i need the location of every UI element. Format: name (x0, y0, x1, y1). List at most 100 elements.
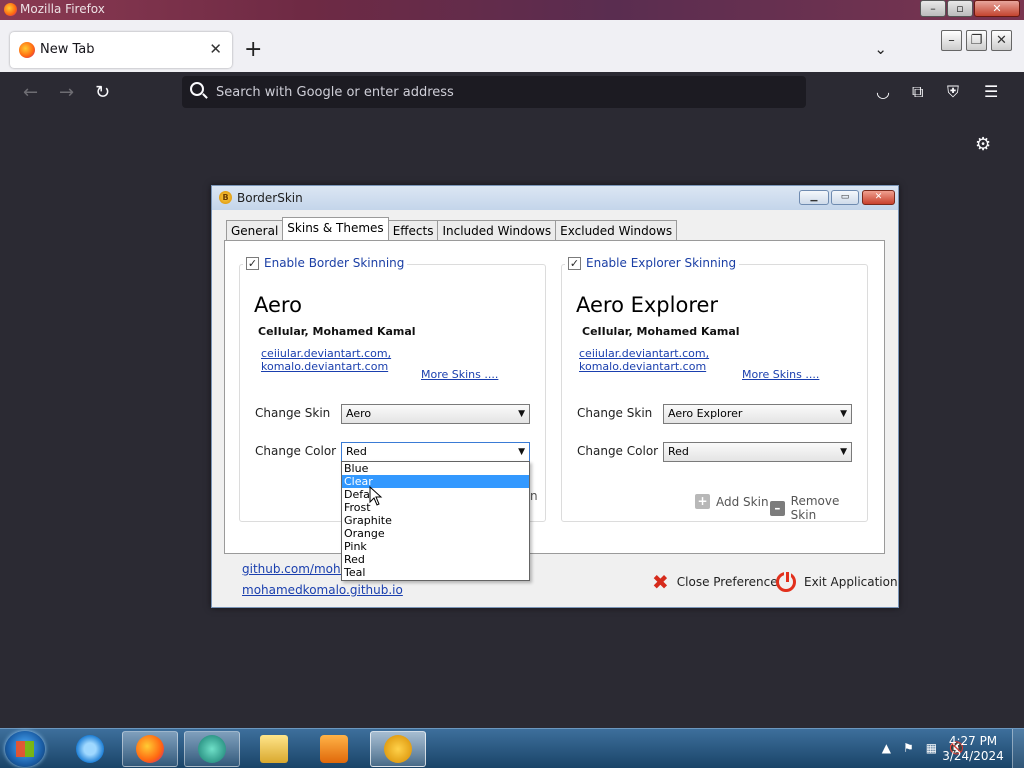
clock-date: 3/24/2024 (942, 749, 1004, 763)
color-option-red[interactable]: Red (342, 553, 529, 566)
minimize-button[interactable]: – (920, 0, 946, 17)
dialog-maximize-button[interactable]: ▭ (831, 190, 859, 205)
tab-effects[interactable]: Effects (387, 220, 439, 240)
show-desktop-button[interactable] (1012, 729, 1024, 768)
enable-border-skinning-checkbox[interactable]: ✓ (246, 256, 259, 270)
borderskin-taskbar-icon (384, 735, 412, 763)
restore-minimize-button[interactable]: – (941, 30, 962, 51)
taskbar: ▲ ⚑ ▦ 🔇 4:27 PM 3/24/2024 (0, 728, 1024, 768)
taskbar-chat-app[interactable] (184, 731, 240, 767)
reload-icon[interactable]: ↻ (95, 82, 110, 103)
search-icon (190, 82, 204, 96)
ublock-shield-icon[interactable]: ⛨ (947, 82, 959, 102)
tab-label: New Tab (40, 42, 95, 57)
chat-bubble-icon (198, 735, 226, 763)
firefox-icon (136, 735, 164, 763)
dialog-close-button[interactable]: ✕ (862, 190, 895, 205)
network-icon[interactable]: ▦ (926, 741, 937, 755)
color-option-graphite[interactable]: Graphite (342, 514, 529, 527)
extensions-puzzle-icon[interactable]: ⧉ (912, 82, 923, 102)
url-input[interactable] (216, 82, 776, 102)
dialog-title: BorderSkin (237, 191, 303, 205)
borderskin-app-icon: B (219, 191, 232, 204)
taskbar-firefox[interactable] (122, 731, 178, 767)
explorer-change-skin-label: Change Skin (577, 406, 653, 420)
close-preference-button[interactable]: ✖ Close Preference (652, 572, 778, 592)
close-tab-icon[interactable]: ✕ (209, 40, 222, 58)
border-link-2[interactable]: komalo.deviantart.com (261, 360, 391, 373)
taskbar-internet-explorer[interactable] (62, 731, 118, 767)
show-hidden-icons-arrow-icon[interactable]: ▲ (882, 741, 891, 755)
start-button[interactable] (5, 731, 45, 767)
border-link-1[interactable]: ceiiular.deviantart.com, (261, 347, 391, 360)
border-skin-value: Aero (346, 407, 372, 420)
remove-skin-label: Remove Skin (790, 494, 840, 522)
firefox-logo-icon (4, 3, 17, 16)
border-change-skin-label: Change Skin (255, 406, 331, 420)
explorer-link-1[interactable]: ceiiular.deviantart.com, (579, 347, 709, 360)
explorer-skin-combo[interactable]: Aero Explorer ▼ (663, 404, 852, 424)
taskbar-media-player[interactable] (306, 731, 362, 767)
enable-explorer-skinning[interactable]: ✓ Enable Explorer Skinning (565, 256, 740, 270)
explorer-more-skins-link[interactable]: More Skins .... (742, 368, 819, 381)
close-preference-label: Close Preference (676, 575, 778, 589)
new-tab-plus-icon[interactable]: + (244, 37, 262, 62)
explorer-color-combo[interactable]: Red ▼ (663, 442, 852, 462)
enable-border-skinning[interactable]: ✓ Enable Border Skinning (243, 256, 408, 270)
exit-application-button[interactable]: Exit Application (776, 570, 898, 592)
close-button[interactable]: ✕ (991, 30, 1012, 51)
list-all-tabs-chevron-icon[interactable]: ⌄ (874, 40, 887, 58)
skins-themes-panel: ✓ Enable Border Skinning Aero CeIIular, … (224, 240, 885, 554)
remove-skin-button[interactable]: – Remove Skin (770, 494, 867, 522)
color-dropdown-list[interactable]: Blue Clear Defau Frost Graphite Orange P… (341, 461, 530, 581)
github-io-link[interactable]: mohamedkomalo.github.io (242, 583, 403, 597)
power-icon (776, 570, 796, 592)
back-arrow-icon[interactable]: ← (23, 82, 38, 103)
tab-general[interactable]: General (226, 220, 284, 240)
tab-included-windows[interactable]: Included Windows (437, 220, 557, 240)
remove-minus-icon: – (770, 500, 785, 516)
border-more-skins-link[interactable]: More Skins .... (421, 368, 498, 381)
dialog-minimize-button[interactable]: ▁ (799, 190, 829, 205)
border-skin-links: ceiiular.deviantart.com, komalo.devianta… (261, 347, 391, 373)
explorer-skin-author: CeIIular, Mohamed Kamal (582, 325, 740, 338)
maximize-button[interactable]: ▫ (947, 0, 973, 17)
add-skin-label: Add Skin (716, 494, 769, 509)
close-x-red-icon: ✖ (652, 570, 669, 594)
tab-skins-themes[interactable]: Skins & Themes (282, 217, 389, 240)
combo-arrow-icon: ▼ (840, 409, 847, 419)
explorer-skin-links: ceiiular.deviantart.com, komalo.devianta… (579, 347, 709, 373)
newtab-settings-gear-icon[interactable]: ⚙ (975, 134, 991, 155)
action-center-flag-icon[interactable]: ⚑ (903, 741, 914, 755)
tab-new-tab[interactable]: New Tab ✕ (10, 32, 232, 68)
dialog-tabs: General Skins & Themes Effects Included … (226, 217, 678, 240)
pocket-icon[interactable]: ◡ (876, 82, 890, 101)
menu-hamburger-icon[interactable]: ☰ (984, 82, 998, 101)
border-change-color-label: Change Color (255, 444, 337, 458)
restore-button[interactable]: ❐ (966, 30, 987, 51)
combo-arrow-icon: ▼ (518, 409, 525, 419)
color-option-orange[interactable]: Orange (342, 527, 529, 540)
add-skin-button[interactable]: + Add Skin (695, 494, 769, 509)
address-bar[interactable] (182, 76, 806, 108)
close-window-button[interactable]: ✕ (974, 0, 1020, 17)
enable-explorer-skinning-checkbox[interactable]: ✓ (568, 256, 581, 270)
taskbar-borderskin[interactable] (370, 731, 426, 767)
tab-excluded-windows[interactable]: Excluded Windows (555, 220, 678, 240)
color-option-teal[interactable]: Teal (342, 566, 529, 579)
color-option-pink[interactable]: Pink (342, 540, 529, 553)
border-color-combo[interactable]: Red ▼ (341, 442, 530, 462)
firefox-titlebar: Mozilla Firefox – ▫ ✕ (0, 0, 1024, 20)
combo-arrow-icon: ▼ (518, 447, 525, 457)
mouse-cursor-icon (369, 486, 383, 506)
explorer-skin-value: Aero Explorer (668, 407, 743, 420)
explorer-link-2[interactable]: komalo.deviantart.com (579, 360, 709, 373)
color-option-blue[interactable]: Blue (342, 462, 529, 475)
explorer-color-value: Red (668, 445, 689, 458)
taskbar-file-explorer[interactable] (246, 731, 302, 767)
add-plus-icon: + (695, 494, 710, 509)
border-skin-author: CeIIular, Mohamed Kamal (258, 325, 416, 338)
system-clock[interactable]: 4:27 PM 3/24/2024 (940, 734, 1006, 764)
border-skin-combo[interactable]: Aero ▼ (341, 404, 530, 424)
forward-arrow-icon[interactable]: → (59, 82, 74, 103)
